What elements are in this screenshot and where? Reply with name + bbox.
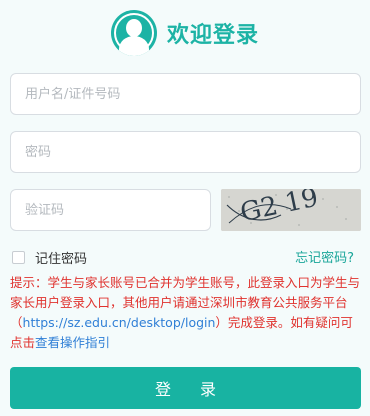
user-avatar-icon xyxy=(110,10,157,56)
notice-text: 提示：学生与家长账号已合并为学生账号，此登录入口为学生与家长用户登录入口，其他用… xyxy=(10,273,362,353)
captcha-input[interactable] xyxy=(10,189,211,231)
remember-password[interactable]: 记住密码 xyxy=(12,248,87,267)
forgot-password-link[interactable]: 忘记密码? xyxy=(295,247,354,266)
password-input[interactable] xyxy=(10,131,361,173)
login-header: 欢迎登录 xyxy=(0,8,370,58)
page-title: 欢迎登录 xyxy=(166,23,259,48)
remember-label: 记住密码 xyxy=(35,252,88,267)
captcha-image[interactable]: G2 19 xyxy=(221,189,361,231)
platform-link[interactable]: https://sz.edu.cn/desktop/login xyxy=(23,315,216,330)
remember-checkbox[interactable] xyxy=(12,251,25,264)
username-input[interactable] xyxy=(10,73,361,115)
login-button[interactable]: 登 录 xyxy=(10,367,361,409)
guide-link[interactable]: 查看操作指引 xyxy=(35,335,110,350)
